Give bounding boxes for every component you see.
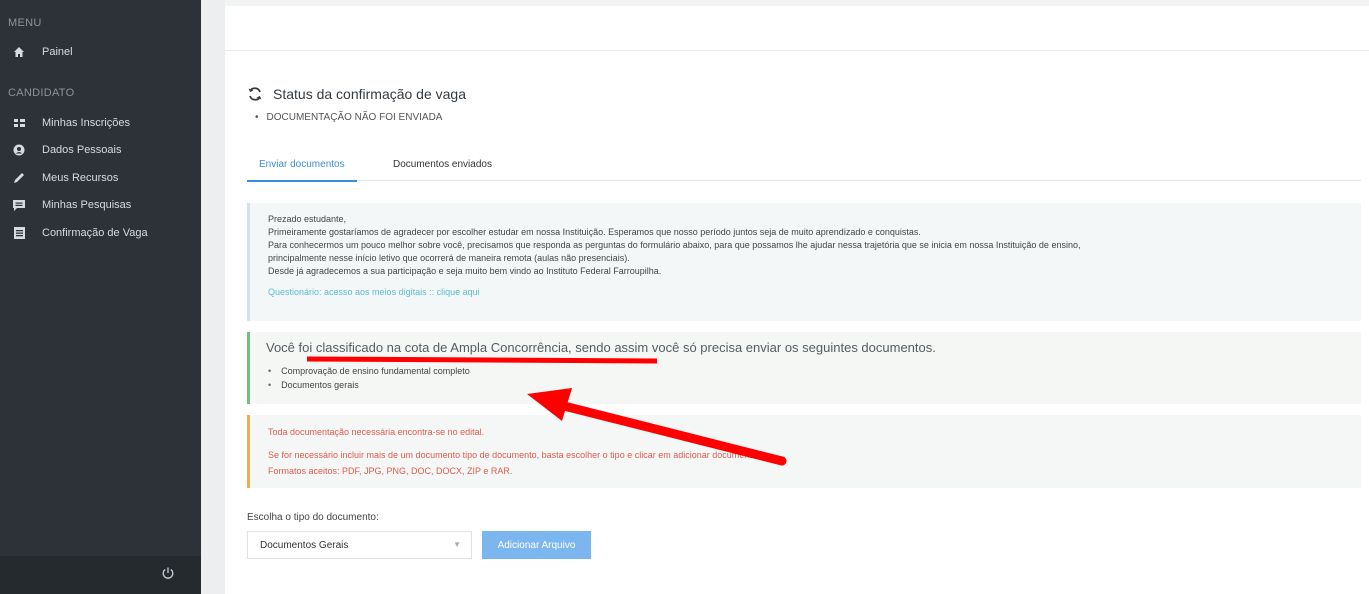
status-item-text: DOCUMENTAÇÃO NÃO FOI ENVIADA <box>266 112 443 123</box>
sidebar-item-meus-recursos[interactable]: Meus Recursos <box>12 171 118 185</box>
sidebar-footer <box>0 556 201 594</box>
pencil-icon <box>12 171 26 185</box>
warning-panel: Toda documentação necessária encontra-se… <box>247 415 1361 488</box>
classification-headline: Você foi classificado na cota de Ampla C… <box>266 340 936 355</box>
info-line: Desde já agradecemos a sua participação … <box>268 266 662 276</box>
success-panel: Você foi classificado na cota de Ampla C… <box>247 332 1361 404</box>
document-type-select[interactable]: Documentos Gerais ▼ <box>247 531 472 559</box>
sidebar-section-menu: MENU <box>8 17 42 29</box>
sidebar-item-label: Dados Pessoais <box>42 144 122 156</box>
document-type-value: Documentos Gerais <box>260 540 349 551</box>
status-title: Status da confirmação de vaga <box>273 86 467 102</box>
list-item: Documentos gerais <box>268 380 470 394</box>
grid-icon <box>12 116 26 130</box>
sidebar-section-candidato: CANDIDATO <box>8 87 75 99</box>
sidebar-item-minhas-inscricoes[interactable]: Minhas Inscrições <box>12 116 130 130</box>
add-file-button[interactable]: Adicionar Arquivo <box>482 531 591 559</box>
sidebar: MENU Painel CANDIDATO Minhas Inscrições … <box>0 0 201 594</box>
status-item: • DOCUMENTAÇÃO NÃO FOI ENVIADA <box>255 112 443 123</box>
header-bar <box>225 6 1369 51</box>
home-icon <box>12 45 26 59</box>
tabs: Enviar documentos Documentos enviados <box>247 150 1361 182</box>
questionnaire-link[interactable]: Questionário: acesso aos meios digitais … <box>268 287 480 297</box>
info-line: principalmente nesse início letivo que o… <box>268 253 630 263</box>
warning-line: Formatos aceitos: PDF, JPG, PNG, DOC, DO… <box>268 466 513 476</box>
sidebar-item-label: Meus Recursos <box>42 172 119 184</box>
sidebar-item-minhas-pesquisas[interactable]: Minhas Pesquisas <box>12 198 131 212</box>
power-icon[interactable] <box>161 566 175 580</box>
sidebar-item-label: Minhas Inscrições <box>42 117 131 129</box>
comment-icon <box>12 198 26 212</box>
document-type-label: Escolha o tipo do documento: <box>247 512 379 523</box>
sidebar-item-label: Painel <box>42 46 73 58</box>
status-heading: Status da confirmação de vaga <box>247 86 466 102</box>
user-circle-icon <box>12 143 26 157</box>
list-item: Comprovação de ensino fundamental comple… <box>268 366 470 380</box>
sidebar-item-label: Confirmação de Vaga <box>42 227 148 239</box>
warning-line: Se for necessário incluir mais de um doc… <box>268 450 757 460</box>
info-line: Prezado estudante, <box>268 214 347 224</box>
sidebar-item-label: Minhas Pesquisas <box>42 199 132 211</box>
sidebar-item-confirmacao-de-vaga[interactable]: Confirmação de Vaga <box>12 226 148 240</box>
document-icon <box>12 226 26 240</box>
tab-documentos-enviados[interactable]: Documentos enviados <box>393 159 492 170</box>
tab-enviar-documentos[interactable]: Enviar documentos <box>247 159 357 182</box>
warning-line: Toda documentação necessária encontra-se… <box>268 427 485 437</box>
refresh-icon <box>247 86 263 102</box>
main-content: Status da confirmação de vaga • DOCUMENTA… <box>225 0 1369 594</box>
sidebar-item-dados-pessoais[interactable]: Dados Pessoais <box>12 143 122 157</box>
required-documents-list: Comprovação de ensino fundamental comple… <box>268 366 470 394</box>
info-line: Primeiramente gostaríamos de agradecer p… <box>268 227 921 237</box>
content-gutter <box>201 0 225 594</box>
chevron-down-icon: ▼ <box>453 540 461 549</box>
info-line: Para conhecermos um pouco melhor sobre v… <box>268 240 1081 250</box>
sidebar-item-painel[interactable]: Painel <box>12 45 73 59</box>
info-panel: Prezado estudante, Primeiramente gostarí… <box>247 203 1361 321</box>
